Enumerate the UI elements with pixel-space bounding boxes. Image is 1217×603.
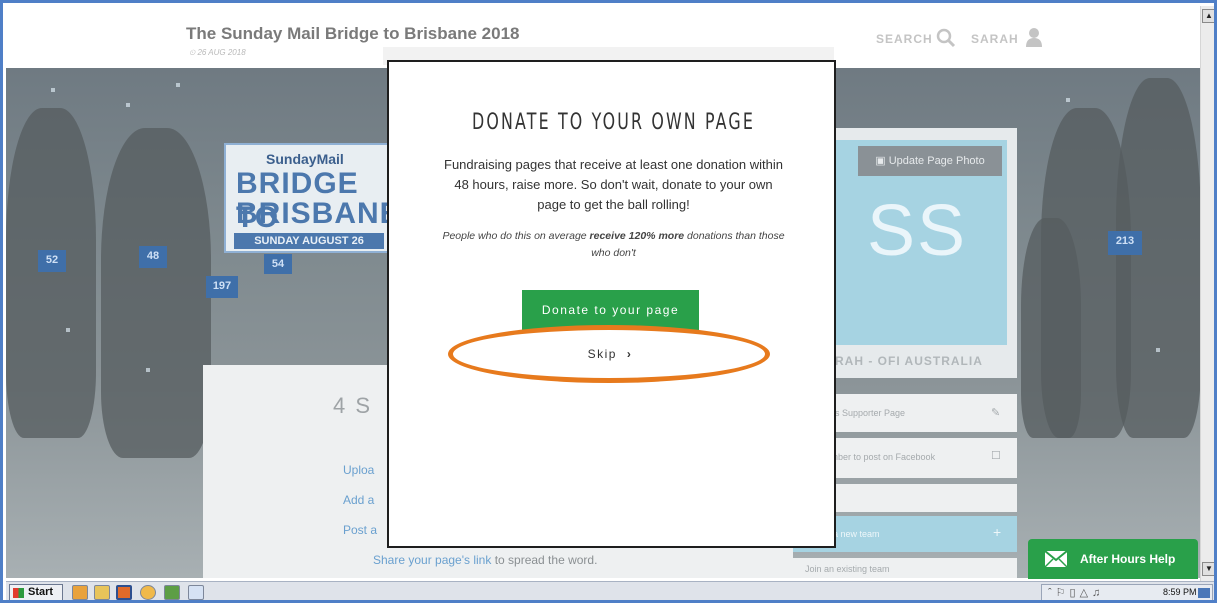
confetti	[146, 368, 150, 372]
vertical-scrollbar[interactable]: ▲ ▼	[1200, 6, 1214, 581]
pencil-icon: ✎	[991, 407, 1001, 419]
clock[interactable]: 8:59 PM	[1163, 587, 1197, 597]
confetti	[51, 88, 55, 92]
confetti	[176, 83, 180, 87]
step-link[interactable]: Add a	[343, 493, 374, 507]
sidebar-item-label: a new team	[833, 529, 880, 539]
windows-flag-icon	[13, 588, 24, 598]
user-icon[interactable]	[1025, 27, 1043, 47]
confetti	[1156, 348, 1160, 352]
notes-icon[interactable]	[164, 585, 180, 600]
event-logo: SundayMail BRIDGE TO BRISBANE SUNDAY AUG…	[224, 143, 400, 253]
search-icon[interactable]	[936, 28, 956, 48]
checkbox-icon[interactable]: ☐	[991, 449, 1001, 462]
sidebar-item-join-team[interactable]: Join an existing team	[793, 558, 1017, 578]
firefox-icon[interactable]	[116, 585, 132, 600]
runner-bib: 48	[139, 246, 167, 268]
logo-line-2: BRISBANE	[236, 197, 401, 230]
steps-title: 4 S	[333, 393, 373, 418]
modal-note: People who do this on average receive 12…	[439, 228, 788, 262]
quicklaunch-icon[interactable]	[72, 585, 88, 600]
confetti	[126, 103, 130, 107]
runner-bib: 213	[1108, 231, 1142, 255]
image-icon: ▣	[875, 155, 889, 167]
chat-label: After Hours Help	[1080, 552, 1176, 566]
runner-bib: 52	[38, 250, 66, 272]
runner-figure	[1116, 78, 1200, 438]
scroll-thumb[interactable]	[1203, 26, 1214, 546]
share-text: to spread the word.	[491, 553, 598, 567]
word-icon[interactable]	[188, 585, 204, 600]
skip-button[interactable]: Skip ›	[565, 344, 655, 364]
modal-title: DONATE TO YOUR OWN PAGE	[471, 110, 756, 135]
update-photo-label: Update Page Photo	[888, 155, 985, 167]
note-emphasis: receive 120% more	[589, 230, 685, 242]
user-menu-link[interactable]: SARAH	[971, 32, 1019, 46]
runner-figure	[6, 108, 96, 438]
event-title[interactable]: The Sunday Mail Bridge to Brisbane 2018	[186, 24, 519, 44]
donate-to-page-button[interactable]: Donate to your page	[522, 290, 699, 330]
folder-icon[interactable]	[94, 585, 110, 600]
runner-figure	[101, 128, 211, 458]
skip-label: Skip	[587, 347, 617, 361]
profile-name: RAH - OFI AUSTRALIA	[835, 354, 983, 368]
runner-figure	[1021, 218, 1081, 438]
update-photo-button[interactable]: ▣ Update Page Photo	[858, 146, 1002, 176]
plus-icon: +	[993, 524, 1002, 540]
note-prefix: People who do this on average	[442, 230, 590, 242]
step-link[interactable]: Post a	[343, 523, 377, 537]
envelope-icon	[1044, 550, 1068, 568]
logo-date: SUNDAY AUGUST 26	[234, 233, 384, 249]
event-date: ⏲ 26 AUG 2018	[189, 48, 246, 57]
start-button[interactable]: Start	[9, 584, 63, 600]
share-instruction: Share your page's link to spread the wor…	[373, 553, 597, 567]
confetti	[1066, 98, 1070, 102]
logo-brand: SundayMail	[266, 151, 344, 167]
profile-initials: SS	[867, 191, 968, 271]
sidebar-item-label: Join an existing team	[805, 564, 890, 574]
runner-bib: 54	[264, 254, 292, 274]
screenshot-frame: The Sunday Mail Bridge to Brisbane 2018 …	[0, 0, 1217, 603]
chevron-right-icon: ›	[626, 347, 633, 361]
step-link[interactable]: Uploa	[343, 463, 374, 477]
runner-bib: 197	[206, 276, 238, 298]
share-link[interactable]: Share your page's link	[373, 553, 491, 567]
os-taskbar: Start ˆ⚐▯△♫ 8:59 PM	[6, 581, 1214, 600]
search-link[interactable]: SEARCH	[876, 32, 933, 46]
app-icon[interactable]	[140, 585, 156, 600]
start-label: Start	[28, 586, 54, 598]
modal-body-text: Fundraising pages that receive at least …	[444, 157, 783, 212]
sidebar-item-label: is Supporter Page	[833, 408, 906, 418]
scroll-up-arrow[interactable]: ▲	[1202, 9, 1214, 23]
confetti	[66, 328, 70, 332]
donate-modal: DONATE TO YOUR OWN PAGE Fundraising page…	[387, 60, 836, 548]
sidebar-item-label: nber to post on Facebook	[833, 452, 936, 462]
show-desktop-icon[interactable]	[1198, 588, 1210, 598]
tray-icons[interactable]: ˆ⚐▯△♫	[1048, 586, 1104, 599]
after-hours-help-button[interactable]: After Hours Help	[1028, 539, 1198, 579]
scroll-down-arrow[interactable]: ▼	[1202, 562, 1214, 576]
system-tray: ˆ⚐▯△♫ 8:59 PM	[1041, 584, 1213, 600]
